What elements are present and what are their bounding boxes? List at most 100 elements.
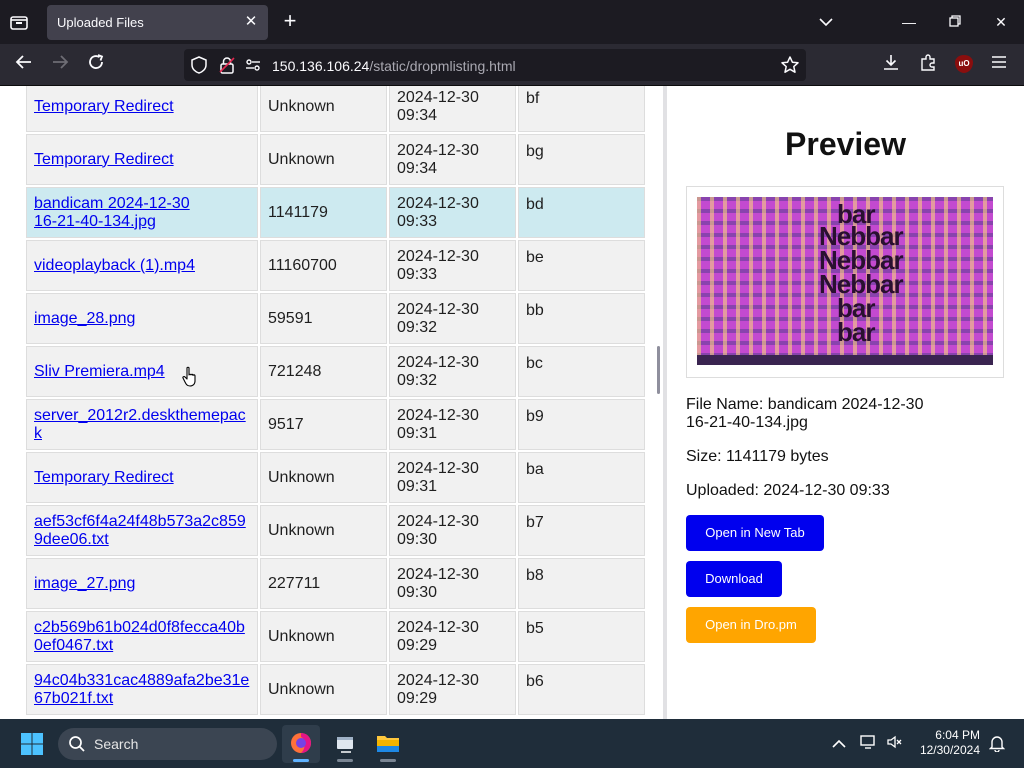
taskbar-search[interactable]: Search (58, 728, 277, 760)
file-link[interactable]: image_27.png (34, 575, 135, 592)
time-text: 09:34 (397, 159, 438, 177)
download-button[interactable]: Download (686, 561, 782, 597)
table-row[interactable]: image_28.png 59591 2024-12-30 09:32 bb (26, 293, 645, 344)
file-link[interactable]: Temporary Redirect (34, 469, 174, 486)
chevron-down-icon[interactable] (813, 10, 839, 34)
file-date-cell: 2024-12-30 09:31 (389, 452, 516, 503)
date-text: 2024-12-30 (397, 618, 479, 636)
preview-title: Preview (785, 126, 906, 162)
time-text: 09:30 (397, 583, 438, 601)
open-in-dropm-button[interactable]: Open in Dro.pm (686, 607, 816, 643)
table-row[interactable]: Temporary Redirect Unknown 2024-12-30 09:… (26, 452, 645, 503)
table-row[interactable]: 94c04b331cac4889afa2be31e 67b021f.txt Unk… (26, 664, 645, 715)
permissions-icon[interactable] (244, 56, 262, 74)
browser-tab-bar: Uploaded Files ✕ + — ✕ (0, 0, 1024, 44)
open-in-new-tab-button[interactable]: Open in New Tab (686, 515, 824, 551)
bookmark-star-icon[interactable] (780, 55, 800, 75)
page-content: Temporary Redirect Unknown 2024-12-30 09:… (0, 86, 1024, 719)
file-name-cell: Temporary Redirect (26, 452, 258, 503)
file-link[interactable]: aef53cf6f4a24f48b573a2c859 9dee06.txt (34, 513, 246, 548)
date-text: 2024-12-30 (397, 88, 479, 106)
extensions-icon[interactable] (916, 53, 940, 77)
url-text[interactable]: 150.136.106.24/static/dropmlisting.html (272, 58, 516, 74)
file-name-line: bandicam 2024-12-30 (34, 194, 190, 212)
table-row-selected[interactable]: bandicam 2024-12-30 16-21-40-134.jpg 1141… (26, 187, 645, 238)
file-explorer-icon[interactable] (369, 725, 407, 763)
notification-bell-icon[interactable] (987, 734, 1007, 754)
app-taskbar-icon[interactable] (326, 725, 364, 763)
chevron-up-icon[interactable] (829, 734, 849, 754)
file-name-cell: Temporary Redirect (26, 86, 258, 132)
new-tab-icon[interactable]: + (280, 10, 300, 33)
date-text: 2024-12-30 (397, 300, 479, 318)
window-close-icon[interactable]: ✕ (988, 10, 1014, 34)
file-name-line: server_2012r2.deskthemepac (34, 406, 246, 424)
file-size-cell: Unknown (260, 452, 387, 503)
table-row[interactable]: Temporary Redirect Unknown 2024-12-30 09:… (26, 134, 645, 185)
back-icon[interactable] (11, 53, 37, 77)
file-id-cell: bc (518, 346, 645, 397)
network-icon[interactable] (859, 734, 879, 754)
scrollbar-thumb[interactable] (657, 346, 660, 394)
file-size-cell: 59591 (260, 293, 387, 344)
url-bar[interactable]: 150.136.106.24/static/dropmlisting.html (184, 49, 806, 81)
file-link[interactable]: bandicam 2024-12-30 16-21-40-134.jpg (34, 195, 190, 230)
date-text: 2024-12-30 (397, 565, 479, 583)
reload-icon[interactable] (83, 53, 109, 77)
file-name-line: 0ef0467.txt (34, 636, 114, 654)
file-listing-pane[interactable]: Temporary Redirect Unknown 2024-12-30 09:… (0, 86, 665, 719)
windows-taskbar: Search 6:04 PM 12/30/2024 (0, 719, 1024, 768)
file-link[interactable]: 94c04b331cac4889afa2be31e 67b021f.txt (34, 672, 249, 707)
file-id-cell: b9 (518, 399, 645, 450)
taskbar-clock[interactable]: 6:04 PM 12/30/2024 (920, 728, 980, 758)
active-indicator (293, 759, 309, 762)
file-date-cell: 2024-12-30 09:33 (389, 187, 516, 238)
lock-insecure-icon[interactable] (218, 56, 236, 74)
file-link[interactable]: Temporary Redirect (34, 98, 174, 115)
file-size-cell: Unknown (260, 664, 387, 715)
menu-icon[interactable] (987, 53, 1011, 77)
table-row[interactable]: Sliv Premiera.mp4 721248 2024-12-30 09:32… (26, 346, 645, 397)
file-link[interactable]: server_2012r2.deskthemepac k (34, 407, 246, 442)
tab-list-icon[interactable] (8, 12, 30, 32)
file-link[interactable]: Sliv Premiera.mp4 (34, 363, 165, 380)
time-text: 09:31 (397, 424, 438, 442)
downloads-icon[interactable] (879, 53, 903, 77)
date-text: 2024-12-30 (397, 512, 479, 530)
file-date-cell: 2024-12-30 09:29 (389, 611, 516, 662)
tab-uploaded-files[interactable]: Uploaded Files ✕ (47, 5, 268, 40)
windows-start-icon[interactable] (20, 732, 44, 756)
restore-icon[interactable] (942, 10, 968, 34)
preview-image[interactable]: bar Nebbar Nebbar Nebbar bar bar (697, 197, 993, 365)
file-size-cell: 9517 (260, 399, 387, 450)
file-size-cell: 1141179 (260, 187, 387, 238)
navigation-toolbar: 150.136.106.24/static/dropmlisting.html (0, 44, 1024, 86)
file-link[interactable]: Temporary Redirect (34, 151, 174, 168)
table-row[interactable]: c2b569b61b024d0f8fecca40b 0ef0467.txt Unk… (26, 611, 645, 662)
url-path: /static/dropmlisting.html (369, 58, 516, 74)
forward-icon[interactable] (47, 53, 73, 77)
table-row[interactable]: server_2012r2.deskthemepac k 9517 2024-12… (26, 399, 645, 450)
clock-time: 6:04 PM (935, 728, 980, 742)
table-row[interactable]: aef53cf6f4a24f48b573a2c859 9dee06.txt Unk… (26, 505, 645, 556)
file-link[interactable]: image_28.png (34, 310, 135, 327)
close-icon[interactable]: ✕ (242, 13, 260, 31)
file-date-cell: 2024-12-30 09:32 (389, 346, 516, 397)
time-text: 09:30 (397, 530, 438, 548)
file-date-cell: 2024-12-30 09:30 (389, 505, 516, 556)
table-row[interactable]: Temporary Redirect Unknown 2024-12-30 09:… (26, 86, 645, 132)
file-name-cell: Temporary Redirect (26, 134, 258, 185)
speaker-muted-icon[interactable] (885, 734, 905, 754)
tracking-shield-icon[interactable] (190, 56, 208, 74)
firefox-taskbar-icon[interactable] (282, 725, 320, 763)
time-text: 09:34 (397, 106, 438, 124)
file-name-cell: server_2012r2.deskthemepac k (26, 399, 258, 450)
preview-file-size: Size: 1141179 bytes (686, 448, 829, 465)
file-link[interactable]: c2b569b61b024d0f8fecca40b 0ef0467.txt (34, 619, 245, 654)
table-row[interactable]: videoplayback (1).mp4 11160700 2024-12-3… (26, 240, 645, 291)
table-row[interactable]: image_27.png 227711 2024-12-30 09:30 b8 (26, 558, 645, 609)
file-link[interactable]: videoplayback (1).mp4 (34, 257, 195, 274)
minimize-icon[interactable]: — (896, 10, 922, 34)
tab-title: Uploaded Files (57, 15, 144, 30)
file-id-cell: bf (518, 86, 645, 132)
